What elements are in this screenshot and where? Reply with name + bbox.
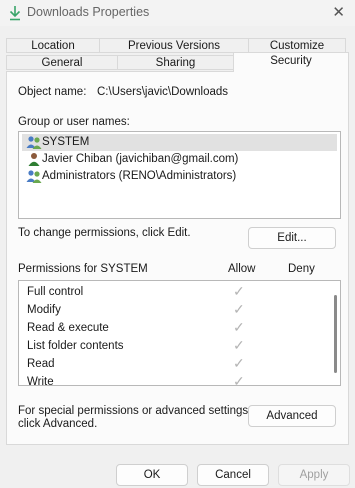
window-title: Downloads Properties <box>27 5 150 19</box>
allow-check-icon: ✓ <box>233 319 245 335</box>
permission-name: Modify <box>27 304 61 316</box>
permission-row: Write <box>27 373 54 386</box>
close-button[interactable]: ✕ <box>332 3 345 21</box>
tab-general[interactable]: General <box>6 55 118 70</box>
group-users-icon <box>26 170 42 183</box>
tab-security[interactable]: Security <box>233 52 349 72</box>
tab-sharing[interactable]: Sharing <box>117 55 234 70</box>
permission-name: Read <box>27 358 55 370</box>
permissions-label: Permissions for SYSTEM <box>18 263 148 275</box>
tab-location[interactable]: Location <box>6 38 100 53</box>
allow-check-icon: ✓ <box>233 301 245 317</box>
object-name-label: Object name: <box>18 86 87 98</box>
list-item[interactable]: Javier Chiban (javichiban@gmail.com) <box>22 151 337 168</box>
cancel-button[interactable]: Cancel <box>197 464 269 486</box>
permission-row: Read <box>27 355 55 373</box>
list-item-label: Administrators (RENO\Administrators) <box>42 170 237 182</box>
permission-row: Modify <box>27 301 61 319</box>
list-item[interactable]: Administrators (RENO\Administrators) <box>22 168 337 185</box>
allow-check-icon: ✓ <box>233 283 245 299</box>
allow-check-icon: ✓ <box>233 337 245 353</box>
deny-header: Deny <box>288 263 315 275</box>
security-panel: Object name: C:\Users\javic\Downloads Gr… <box>6 71 349 445</box>
list-item-label: SYSTEM <box>42 136 90 148</box>
list-item-label: Javier Chiban (javichiban@gmail.com) <box>42 153 239 165</box>
user-icon <box>28 153 40 166</box>
scrollbar-thumb[interactable] <box>334 295 337 373</box>
download-arrow-icon <box>9 6 21 21</box>
permission-name: Read & execute <box>27 322 109 334</box>
permission-row: List folder contents <box>27 337 124 355</box>
group-users-icon <box>26 136 42 149</box>
special-permissions-text-2: click Advanced. <box>18 418 98 430</box>
object-name-value: C:\Users\javic\Downloads <box>97 86 229 98</box>
tab-previous-versions[interactable]: Previous Versions <box>99 38 249 53</box>
title-bar: Downloads Properties ✕ <box>0 0 355 26</box>
ok-button[interactable]: OK <box>116 464 188 486</box>
advanced-button[interactable]: Advanced <box>248 405 336 427</box>
allow-header: Allow <box>228 263 256 275</box>
permission-row: Read & execute <box>27 319 109 337</box>
apply-button[interactable]: Apply <box>278 464 350 486</box>
permissions-list[interactable]: Full control ✓ Modify ✓ Read & execute ✓… <box>18 280 341 386</box>
permission-name: Write <box>27 376 54 386</box>
allow-check-icon: ✓ <box>233 373 245 386</box>
group-user-list[interactable]: SYSTEM Javier Chiban (javichiban@gmail.c… <box>18 131 341 219</box>
permission-name: Full control <box>27 286 84 298</box>
list-item[interactable]: SYSTEM <box>22 134 337 151</box>
tab-customize[interactable]: Customize <box>248 38 346 53</box>
change-permissions-text: To change permissions, click Edit. <box>18 227 191 239</box>
permission-row: Full control <box>27 283 83 301</box>
group-names-label: Group or user names: <box>18 116 130 128</box>
special-permissions-text: For special permissions or advanced sett… <box>18 405 252 417</box>
permission-name: List folder contents <box>27 340 124 352</box>
edit-button[interactable]: Edit... <box>248 227 336 249</box>
allow-check-icon: ✓ <box>233 355 245 371</box>
